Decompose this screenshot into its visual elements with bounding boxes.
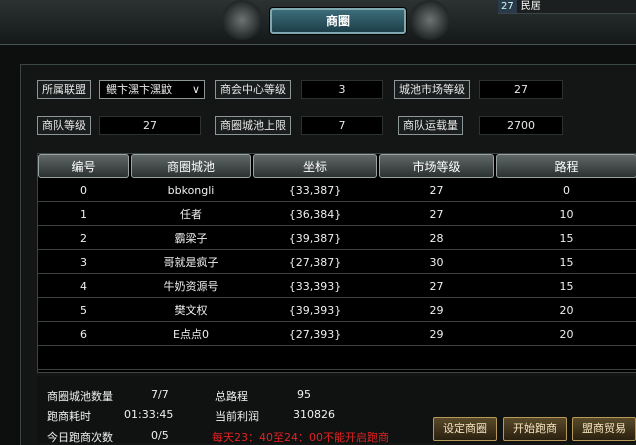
cell-coords: {33,393} [288, 280, 342, 293]
chevron-down-icon: ∨ [191, 83, 200, 96]
col-header-market-level[interactable]: 市场等级 [379, 154, 494, 178]
cell-id: 6 [80, 328, 87, 341]
cell-coords: {27,393} [288, 328, 342, 341]
capacity-label: 商队运载量 [398, 116, 463, 135]
col-header-coords[interactable]: 坐标 [253, 154, 377, 178]
cell-coords: {39,393} [288, 304, 342, 317]
table-row[interactable]: 5 樊文权 {39,393} 29 20 [38, 299, 636, 322]
circle-limit-label: 商圈城池上限 [215, 116, 291, 135]
table-row[interactable]: 3 哥就是疯子 {27,387} 30 15 [38, 251, 636, 274]
city-count-value: 7/7 [151, 388, 169, 401]
cell-distance: 20 [559, 304, 574, 317]
cell-city: E点点0 [173, 328, 209, 341]
cell-city: bbkongli [167, 184, 215, 197]
cell-market-level: 29 [429, 304, 444, 317]
cell-city: 任者 [180, 208, 202, 221]
table-row[interactable]: 0 bbkongli {33,387} 27 0 [38, 179, 636, 202]
profit-value: 310826 [293, 408, 335, 421]
cell-id: 2 [80, 232, 87, 245]
window-title: 商圈 [270, 8, 406, 34]
table-row[interactable]: 2 霸梁子 {39,387} 28 15 [38, 227, 636, 250]
caravan-level-value: 27 [99, 116, 201, 135]
cell-id: 0 [80, 184, 87, 197]
circle-table: 编号 商圈城池 坐标 市场等级 路程 0 bbkongli {33,387} 2… [37, 153, 636, 373]
market-level-value: 27 [479, 80, 563, 99]
cell-distance: 15 [559, 256, 574, 269]
today-runs-value: 0/5 [151, 429, 169, 442]
total-distance-value: 95 [297, 388, 311, 401]
col-header-id[interactable]: 编号 [38, 154, 129, 178]
cell-distance: 15 [559, 232, 574, 245]
profit-label: 当前利润 [215, 410, 259, 423]
cell-coords: {39,387} [288, 232, 342, 245]
cell-city: 哥就是疯子 [163, 256, 219, 269]
cell-market-level: 27 [429, 208, 444, 221]
location-name: 民居 [520, 1, 541, 12]
cell-coords: {36,384} [288, 208, 342, 221]
cell-market-level: 28 [429, 232, 444, 245]
table-row[interactable]: 4 牛奶资源号 {33,393} 27 15 [38, 275, 636, 298]
player-level: 27 [498, 0, 517, 13]
cell-market-level: 27 [429, 184, 444, 197]
caravan-level-label: 商队等级 [37, 116, 91, 135]
cell-distance: 20 [559, 328, 574, 341]
set-circle-button[interactable]: 设定商圈 [433, 417, 497, 441]
cell-city: 樊文权 [174, 304, 208, 317]
cell-market-level: 29 [429, 328, 444, 341]
circle-limit-value: 7 [301, 116, 383, 135]
summary-panel: 商圈城池数量 7/7 总路程 95 跑商耗时 01:33:45 当前利润 310… [37, 376, 636, 444]
cell-id: 5 [80, 304, 87, 317]
market-level-label: 城池市场等级 [394, 80, 470, 99]
cell-market-level: 30 [429, 256, 444, 269]
city-count-label: 商圈城池数量 [47, 390, 113, 403]
chamber-level-label: 商会中心等级 [215, 80, 291, 99]
right-ornament-icon [410, 0, 450, 40]
cell-id: 3 [80, 256, 87, 269]
cell-city: 霸梁子 [174, 232, 208, 245]
capacity-value: 2700 [479, 116, 563, 135]
run-time-value: 01:33:45 [124, 408, 174, 421]
cell-coords: {27,387} [288, 256, 342, 269]
col-header-city[interactable]: 商圈城池 [131, 154, 251, 178]
table-row[interactable]: 1 任者 {36,384} 27 10 [38, 203, 636, 226]
cell-market-level: 27 [429, 280, 444, 293]
alliance-trade-button[interactable]: 盟商贸易 [572, 417, 636, 441]
left-ornament-icon [222, 0, 262, 40]
empty-table-row [38, 347, 636, 370]
cell-city: 牛奶资源号 [163, 280, 219, 293]
alliance-value: 鳂卞潶卞潶鼤 [106, 83, 172, 96]
cell-distance: 0 [563, 184, 570, 197]
alliance-label: 所属联盟 [37, 80, 91, 99]
start-run-button[interactable]: 开始跑商 [503, 417, 567, 441]
run-time-label: 跑商耗时 [47, 410, 91, 423]
cell-coords: {33,387} [288, 184, 342, 197]
alliance-select[interactable]: 鳂卞潶卞潶鼤 ∨ [99, 80, 205, 99]
cell-id: 4 [80, 280, 87, 293]
col-header-distance[interactable]: 路程 [496, 154, 636, 178]
cell-id: 1 [80, 208, 87, 221]
table-row[interactable]: 6 E点点0 {27,393} 29 20 [38, 323, 636, 346]
cell-distance: 15 [559, 280, 574, 293]
total-distance-label: 总路程 [215, 390, 248, 403]
player-info: 27 民居 [498, 0, 636, 14]
chamber-level-value: 3 [301, 80, 383, 99]
cell-distance: 10 [559, 208, 574, 221]
